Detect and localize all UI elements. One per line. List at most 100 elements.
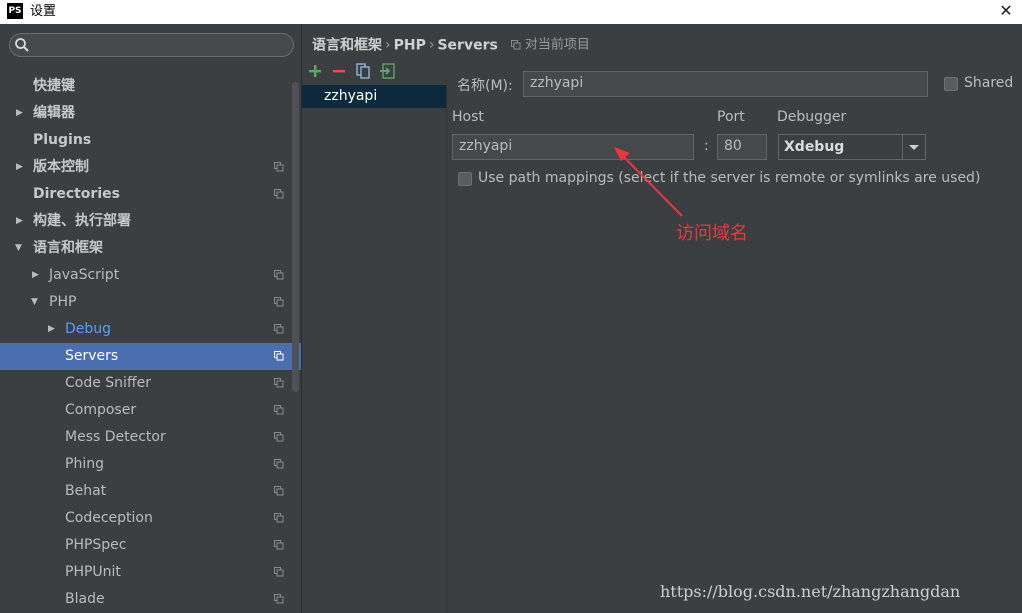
tree-item-phpspec[interactable]: PHPSpec: [0, 532, 301, 559]
tree-item-label: PHPSpec: [65, 537, 127, 553]
copy-server-button[interactable]: [354, 62, 372, 80]
tree-item-label: Blade: [65, 591, 105, 607]
tree-item-label: 版本控制: [33, 159, 89, 175]
tree-item-behat[interactable]: Behat: [0, 478, 301, 505]
tree-item-php[interactable]: ▼ PHP: [0, 289, 301, 316]
tree-item-build-execution-deployment[interactable]: ▶ 构建、执行部署: [0, 208, 301, 235]
project-scope-icon: [274, 351, 284, 361]
name-label: 名称(M):: [457, 78, 513, 94]
annotation-arrow-icon: [614, 147, 683, 217]
tree-item-plugins[interactable]: Plugins: [0, 127, 301, 154]
collapse-arrow-icon[interactable]: ▼: [31, 289, 43, 316]
tree-item-composer[interactable]: Composer: [0, 397, 301, 424]
breadcrumb-languages: 语言和框架: [312, 37, 382, 54]
debugger-select[interactable]: Xdebug: [778, 134, 926, 160]
tree-item-label: Plugins: [33, 132, 92, 148]
tree-item-label: PHP: [49, 294, 77, 310]
tree-item-label: Debug: [65, 321, 112, 337]
use-path-mappings-checkbox[interactable]: [458, 172, 472, 186]
shared-label: Shared: [964, 75, 1014, 91]
project-scope-icon: [274, 270, 284, 280]
project-scope-icon: [274, 540, 284, 550]
phpstorm-logo-icon: PS: [7, 3, 23, 19]
window-titlebar: PS 设置 ✕: [0, 0, 1022, 24]
tree-scrollbar[interactable]: [292, 82, 299, 392]
server-list: zzhyapi: [302, 84, 447, 613]
tree-item-version-control[interactable]: ▶ 版本控制: [0, 154, 301, 181]
project-scope-icon: [274, 513, 284, 523]
tree-item-editor[interactable]: ▶ 编辑器: [0, 100, 301, 127]
tree-item-label: Codeception: [65, 510, 153, 526]
shared-checkbox[interactable]: [944, 77, 958, 91]
tree-item-label: JavaScript: [49, 267, 120, 283]
close-window-button[interactable]: ✕: [996, 1, 1016, 21]
host-port-separator: :: [704, 138, 709, 154]
server-list-item[interactable]: zzhyapi: [302, 85, 446, 108]
tree-item-label: Servers: [65, 348, 119, 364]
tree-item-label: PHPUnit: [65, 564, 121, 580]
breadcrumb-php: PHP: [393, 37, 426, 54]
import-server-button[interactable]: [379, 62, 397, 80]
tree-item-languages-frameworks[interactable]: ▼ 语言和框架: [0, 235, 301, 262]
remove-server-button[interactable]: [330, 62, 348, 80]
project-scope-icon: [274, 189, 284, 199]
project-scope-icon: [274, 459, 284, 469]
project-scope-icon: [274, 432, 284, 442]
project-scope-icon: [274, 486, 284, 496]
watermark-text: https://blog.csdn.net/zhangzhangdan: [660, 582, 961, 601]
host-label: Host: [452, 109, 484, 125]
tree-item-phing[interactable]: Phing: [0, 451, 301, 478]
project-scope-note: 对当前项目: [510, 37, 590, 53]
breadcrumb: 语言和框架 › PHP › Servers 对当前项目: [312, 34, 590, 56]
collapse-arrow-icon[interactable]: ▼: [15, 235, 27, 262]
search-icon: [15, 38, 29, 52]
port-input[interactable]: 80: [717, 134, 767, 160]
tree-item-label: Phing: [65, 456, 104, 472]
tree-item-keymap[interactable]: 快捷键: [0, 73, 301, 100]
project-scope-icon: [274, 324, 284, 334]
add-server-button[interactable]: [306, 62, 324, 80]
project-scope-icon: [274, 594, 284, 604]
use-path-mappings-label: Use path mappings (select if the server …: [478, 170, 981, 186]
project-scope-icon: [510, 40, 521, 50]
tree-item-label: 语言和框架: [33, 240, 103, 256]
tree-item-label: Behat: [65, 483, 107, 499]
tree-item-directories[interactable]: Directories: [0, 181, 301, 208]
window-title: 设置: [30, 4, 57, 19]
tree-item-phpunit[interactable]: PHPUnit: [0, 559, 301, 586]
breadcrumb-separator: ›: [428, 37, 435, 54]
expand-arrow-icon[interactable]: ▶: [16, 100, 28, 127]
expand-arrow-icon[interactable]: ▶: [16, 208, 28, 235]
tree-item-label: Code Sniffer: [65, 375, 151, 391]
expand-arrow-icon[interactable]: ▶: [48, 316, 60, 343]
project-scope-label: 对当前项目: [524, 37, 590, 52]
tree-item-codeception[interactable]: Codeception: [0, 505, 301, 532]
tree-item-blade[interactable]: Blade: [0, 586, 301, 613]
expand-arrow-icon[interactable]: ▶: [16, 154, 28, 181]
server-list-item-label: zzhyapi: [324, 88, 378, 104]
breadcrumb-separator: ›: [385, 37, 391, 54]
tree-item-debug[interactable]: ▶ Debug: [0, 316, 301, 343]
breadcrumb-servers: Servers: [437, 37, 498, 54]
tree-item-label: 构建、执行部署: [33, 213, 131, 229]
server-name-input[interactable]: zzhyapi: [523, 71, 928, 97]
tree-item-javascript[interactable]: ▶ JavaScript: [0, 262, 301, 289]
tree-item-label: Mess Detector: [65, 429, 166, 445]
tree-item-code-sniffer[interactable]: Code Sniffer: [0, 370, 301, 397]
tree-item-mess-detector[interactable]: Mess Detector: [0, 424, 301, 451]
project-scope-icon: [274, 405, 284, 415]
expand-arrow-icon[interactable]: ▶: [32, 262, 44, 289]
port-label: Port: [717, 109, 745, 125]
project-scope-icon: [274, 567, 284, 577]
tree-item-label: Directories: [33, 186, 120, 202]
tree-item-label: 编辑器: [33, 105, 75, 121]
chevron-down-icon: [909, 145, 919, 150]
annotation-text: 访问域名: [676, 223, 748, 244]
settings-sidebar: 快捷键 ▶ 编辑器 Plugins ▶ 版本控制 Directories ▶ 构…: [0, 24, 301, 613]
debugger-selected-value: Xdebug: [784, 139, 845, 155]
settings-search-input[interactable]: [9, 33, 294, 57]
debugger-label: Debugger: [777, 109, 847, 125]
tree-item-servers[interactable]: Servers: [0, 343, 301, 370]
dropdown-arrow-button[interactable]: [902, 135, 925, 159]
project-scope-icon: [274, 162, 284, 172]
